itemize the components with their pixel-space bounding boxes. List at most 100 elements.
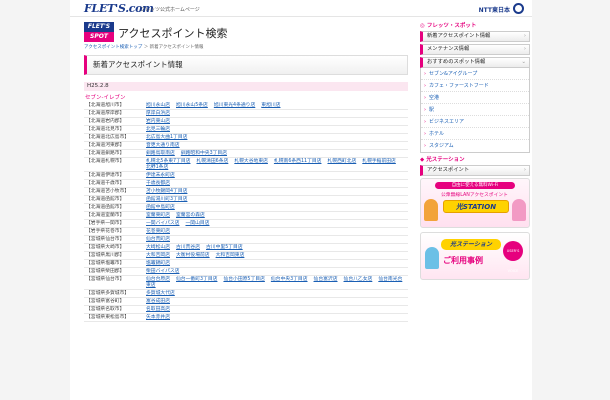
sidebar-button-access-point[interactable]: アクセスポイント › — [420, 165, 530, 176]
shop-link[interactable]: 東旭川店 — [261, 103, 280, 108]
area-cell: 【北海道伊達市】 — [84, 171, 144, 180]
sidebar-button-maintenance[interactable]: メンテナンス情報 › — [420, 44, 530, 55]
character-right-icon — [512, 199, 526, 221]
shop-link[interactable]: 仙台荒町店 — [146, 237, 170, 242]
table-row: 【宮城県塩竈市】 塩竈錦町店 — [84, 259, 408, 268]
station-banner[interactable]: 自由に使える無料Wi-Fi 公衆無線LANアクセスポイント 光STATION — [420, 178, 530, 228]
shop-link[interactable]: 仙台富沢店 — [314, 277, 338, 282]
shop-link[interactable]: 北野1条店 — [146, 165, 168, 170]
shop-link[interactable]: 仙台台原店 — [146, 277, 170, 282]
shop-link[interactable]: 札幌清田6条店 — [196, 159, 228, 164]
shop-link[interactable]: 旭川東光4条通り店 — [214, 103, 255, 108]
ntt-logo-text[interactable]: NTT東日本 — [479, 5, 510, 14]
sidebar-button-recommended[interactable]: おすすめのスポット情報 ⌄ — [420, 57, 530, 68]
shop-link[interactable]: 釧路昭和中央3丁目店 — [181, 151, 227, 156]
shop-link[interactable]: 札幌手稲前田店 — [362, 159, 396, 164]
spot-list-item[interactable]: ビジネスエリア — [421, 116, 529, 128]
area-cell: 【北海道千歳市】 — [84, 179, 144, 188]
area-cell: 【宮城県仙台市】 — [84, 275, 144, 290]
shop-link[interactable]: 岩内東山店 — [146, 119, 170, 124]
shop-link[interactable]: 多賀城大代店 — [146, 291, 175, 296]
area-cell: 【岩手県一関市】 — [84, 219, 144, 228]
sidebar-title-station: ◆ 光ステーション — [420, 157, 465, 163]
shop-link[interactable]: 函館中島町店 — [146, 205, 175, 210]
breadcrumb: アクセスポイント検索トップ ＞ 新着アクセスポイント情報 — [84, 44, 203, 50]
shops-cell: 大和吉岡店 大衡村役場前店 大和吉岡東店 — [144, 251, 408, 260]
shop-link[interactable]: 函館湯川町3丁目店 — [146, 197, 187, 202]
spot-list-item[interactable]: 駅 — [421, 104, 529, 116]
table-row: 【北海道河東郡】 音更大通り南店 — [84, 141, 408, 150]
page: FLET'S.com フレッツ公式ホームページ NTT東日本 FLET'S SP… — [70, 0, 532, 400]
breadcrumb-link-top[interactable]: アクセスポイント検索トップ — [84, 45, 142, 50]
chevron-right-icon: › — [523, 46, 526, 52]
shop-link[interactable]: 北見三輪店 — [146, 127, 170, 132]
table-row: 【北海道千歳市】 千歳長都店 — [84, 179, 408, 188]
shop-link[interactable]: 厚岸白浜店 — [146, 111, 170, 116]
area-cell: 【北海道河東郡】 — [84, 141, 144, 150]
table-row: 【宮城県大崎市】 大崎松山店 古川荒谷店 古川中里5丁目店 — [84, 243, 408, 252]
spot-list-item[interactable]: ホテル — [421, 128, 529, 140]
shop-link[interactable]: 名取田高店 — [146, 307, 170, 312]
shop-link[interactable]: 大和吉岡東店 — [216, 253, 245, 258]
table-row: 【北海道室蘭市】 室蘭東町店 室蘭宮の森店 — [84, 211, 408, 220]
shop-link[interactable]: 仙台中央3丁目店 — [271, 277, 308, 282]
light-icon: ◆ — [420, 157, 425, 163]
shop-link[interactable]: 花巻東町店 — [146, 229, 170, 234]
shop-link[interactable]: 仙台八乙女店 — [344, 277, 373, 282]
area-cell: 【宮城県柴田郡】 — [84, 267, 144, 276]
shop-link[interactable]: 富谷成田店 — [146, 299, 170, 304]
area-cell: 【北海道苫小牧市】 — [84, 187, 144, 196]
table-row: 【北海道北見市】 北見三輪店 — [84, 125, 408, 134]
shop-link[interactable]: 千歳長都店 — [146, 181, 170, 186]
area-cell: 【北海道室蘭市】 — [84, 211, 144, 220]
shop-link[interactable]: 塩竈錦町店 — [146, 261, 170, 266]
table-row: 【北海道北広島市】 北広島大曲1丁目店 — [84, 133, 408, 142]
shop-link[interactable]: 苫小牧錦岡4丁目店 — [146, 189, 187, 194]
table-row: 【宮城県柴田郡】 柴田バイパス店 — [84, 267, 408, 276]
shop-link[interactable]: 旭川永山店 — [146, 103, 170, 108]
shop-link[interactable]: 旭川永山5条店 — [176, 103, 208, 108]
sidebar-button-new-ap[interactable]: 新着アクセスポイント情報 › — [420, 31, 530, 42]
page-title: アクセスポイント検索 — [118, 27, 228, 40]
shop-link[interactable]: 札幌北5条東7丁目店 — [146, 159, 190, 164]
shops-cell: 音更大通り南店 — [144, 141, 408, 150]
shops-cell: 富谷成田店 — [144, 297, 408, 306]
shop-link[interactable]: 一関バイパス店 — [146, 221, 179, 226]
area-cell: 【北海道函館市】 — [84, 195, 144, 204]
shops-cell: 岩内東山店 — [144, 117, 408, 126]
shop-link[interactable]: 一関山目店 — [185, 221, 209, 226]
shop-link[interactable]: 札幌大谷地東店 — [234, 159, 268, 164]
spot-list-item[interactable]: スタジアム — [421, 140, 529, 152]
shops-cell: 厚岸白浜店 — [144, 109, 408, 118]
shop-link[interactable]: 大和吉岡店 — [146, 253, 170, 258]
spot-list-item[interactable]: カフェ・ファーストフード — [421, 80, 529, 92]
shop-link[interactable]: 札幌西町北店 — [327, 159, 356, 164]
table-row: 【北海道函館市】 函館中島町店 — [84, 203, 408, 212]
shop-link[interactable]: 仙台小田原5丁目店 — [223, 277, 264, 282]
shop-link[interactable]: 大衡村役場前店 — [176, 253, 210, 258]
shop-link[interactable]: 釧路鳥取南店 — [146, 151, 175, 156]
area-cell: 【宮城県大崎市】 — [84, 243, 144, 252]
spot-list-item[interactable]: セブン&アイグループ — [421, 68, 529, 80]
shop-link[interactable]: 古川中里5丁目店 — [206, 245, 243, 250]
table-row: 【宮城県富谷町】 富谷成田店 — [84, 297, 408, 306]
shop-link[interactable]: 伊達末永町店 — [146, 173, 175, 178]
area-cell: 【北海道北見市】 — [84, 125, 144, 134]
shop-link[interactable]: 仙台一番町3丁目店 — [176, 277, 217, 282]
shop-link[interactable]: 室蘭宮の森店 — [176, 213, 205, 218]
shops-cell: 多賀城大代店 — [144, 289, 408, 298]
shop-link[interactable]: 音更大通り南店 — [146, 143, 180, 148]
shop-link[interactable]: 大崎松山店 — [146, 245, 170, 250]
banner2-subtitle: ご利用事例 — [443, 256, 483, 265]
section-heading: 新着アクセスポイント情報 — [84, 55, 408, 75]
shop-link[interactable]: 柴田バイパス店 — [146, 269, 179, 274]
shops-cell: 花巻東町店 — [144, 227, 408, 236]
shop-link[interactable]: 矢本赤井店 — [146, 315, 170, 320]
shop-link[interactable]: 札幌南6条西11丁目店 — [274, 159, 322, 164]
shop-link[interactable]: 北広島大曲1丁目店 — [146, 135, 187, 140]
users-voice-badge: USER'S VOICE — [503, 241, 523, 273]
shop-link[interactable]: 室蘭東町店 — [146, 213, 170, 218]
usecase-banner[interactable]: 光ステーション ご利用事例 USER'S VOICE — [420, 232, 530, 280]
spot-list-item[interactable]: 空港 — [421, 92, 529, 104]
shop-link[interactable]: 古川荒谷店 — [176, 245, 200, 250]
